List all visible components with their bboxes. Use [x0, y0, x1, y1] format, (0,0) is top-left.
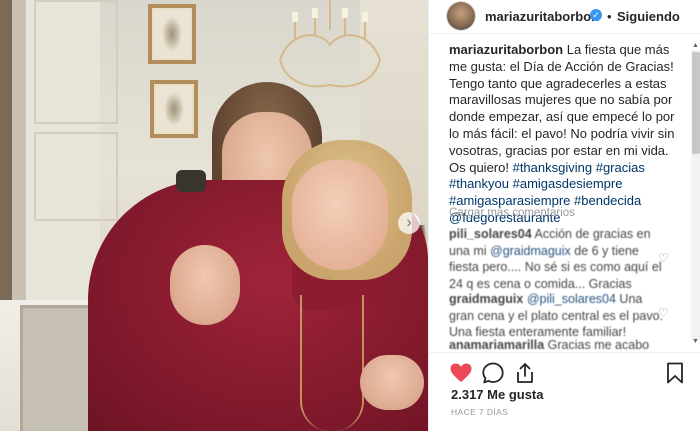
comment-bubble-icon[interactable]	[481, 361, 505, 385]
photo-wall-frame	[148, 4, 196, 64]
comments-scrollbar[interactable]: ▲ ▼	[691, 42, 700, 346]
post-sidebar: mariazuritaborbon ✓ • Siguiendo mariazur…	[428, 0, 700, 431]
heart-icon[interactable]	[449, 361, 473, 385]
avatar[interactable]	[447, 2, 475, 30]
caption-username[interactable]: mariazuritaborbon	[449, 42, 563, 57]
comment: pili_solares04 Acción de gracias en una …	[449, 226, 664, 292]
photo-hand	[170, 245, 240, 325]
photo-wall-frame	[150, 80, 198, 138]
scroll-up-arrow-icon[interactable]: ▲	[692, 42, 699, 49]
caption-text: La fiesta que más me gusta: el Día de Ac…	[449, 42, 675, 175]
comment-like-heart-icon[interactable]: ♡	[658, 251, 669, 265]
photo-woman-right-face	[292, 160, 388, 270]
follow-button[interactable]: Siguiendo	[617, 9, 680, 24]
header-separator: •	[607, 9, 612, 24]
instagram-post: › mariazuritaborbon ✓ • Siguiendo mariaz…	[0, 0, 700, 431]
comment: anamariamarilla Gracias me acabo de	[449, 337, 664, 350]
post-header: mariazuritaborbon ✓ • Siguiendo	[429, 0, 700, 34]
hashtag-link[interactable]: #thanksgiving	[513, 160, 593, 175]
scroll-down-arrow-icon[interactable]: ▼	[692, 338, 699, 345]
comment-like-heart-icon[interactable]: ♡	[658, 306, 669, 320]
bookmark-icon[interactable]	[663, 361, 687, 385]
post-photo[interactable]: ›	[0, 0, 428, 431]
hashtag-link[interactable]: #thankyou	[449, 176, 509, 191]
next-photo-button[interactable]: ›	[398, 212, 420, 234]
hashtag-link[interactable]: #amigasparasiempre	[449, 193, 570, 208]
hashtag-link[interactable]: #gracias	[596, 160, 645, 175]
comment: graidmaguix @pili_solares04 Una gran cen…	[449, 291, 664, 341]
hashtag-link[interactable]: #bendecida	[574, 193, 641, 208]
mention-link[interactable]: @graidmaguix	[490, 244, 571, 258]
photo-wall-molding	[34, 132, 118, 221]
post-timestamp[interactable]: HACE 7 DÍAS	[451, 407, 508, 417]
header-username[interactable]: mariazuritaborbon	[485, 9, 599, 24]
comment-username[interactable]: pili_solares04	[449, 227, 532, 241]
photo-necklace	[300, 295, 364, 431]
post-caption: mariazuritaborbon La fiesta que más me g…	[449, 42, 685, 227]
likes-count[interactable]: 2.317 Me gusta	[451, 387, 544, 402]
comment-username[interactable]: anamariamarilla	[449, 338, 544, 350]
share-icon[interactable]	[513, 361, 537, 385]
scrollbar-thumb[interactable]	[692, 52, 700, 154]
comments-section[interactable]: mariazuritaborbon La fiesta que más me g…	[429, 33, 700, 350]
mention-link[interactable]: @pili_solares04	[527, 292, 616, 306]
comment-username[interactable]: graidmaguix	[449, 292, 523, 306]
verified-badge-icon: ✓	[590, 9, 602, 21]
hashtag-link[interactable]: #amigasdesiempre	[513, 176, 623, 191]
photo-hand	[360, 355, 424, 410]
photo-watch	[176, 170, 206, 192]
photo-wall-molding	[34, 0, 118, 124]
chevron-right-icon: ›	[406, 214, 412, 231]
load-more-comments-button[interactable]: Cargar más comentarios	[449, 207, 575, 219]
